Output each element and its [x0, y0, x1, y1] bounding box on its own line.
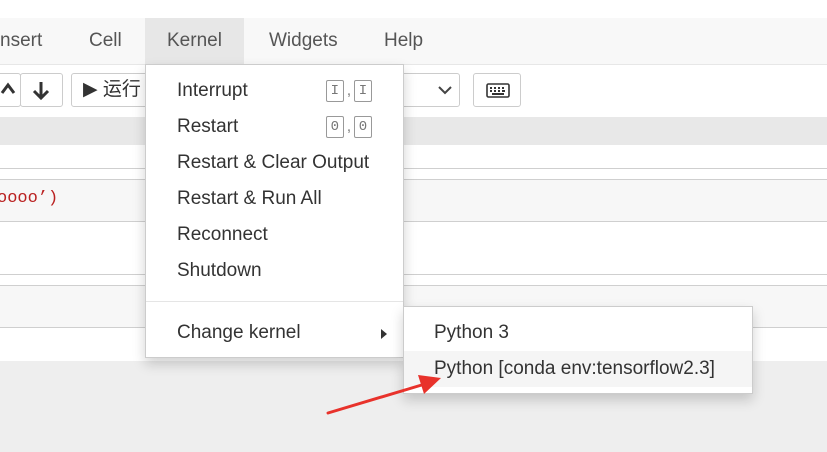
jupyter-notebook-window: nsert Cell Kernel Widgets Help ▶ 运行 oooo… [0, 0, 827, 452]
annotation-arrow-icon [326, 375, 441, 415]
